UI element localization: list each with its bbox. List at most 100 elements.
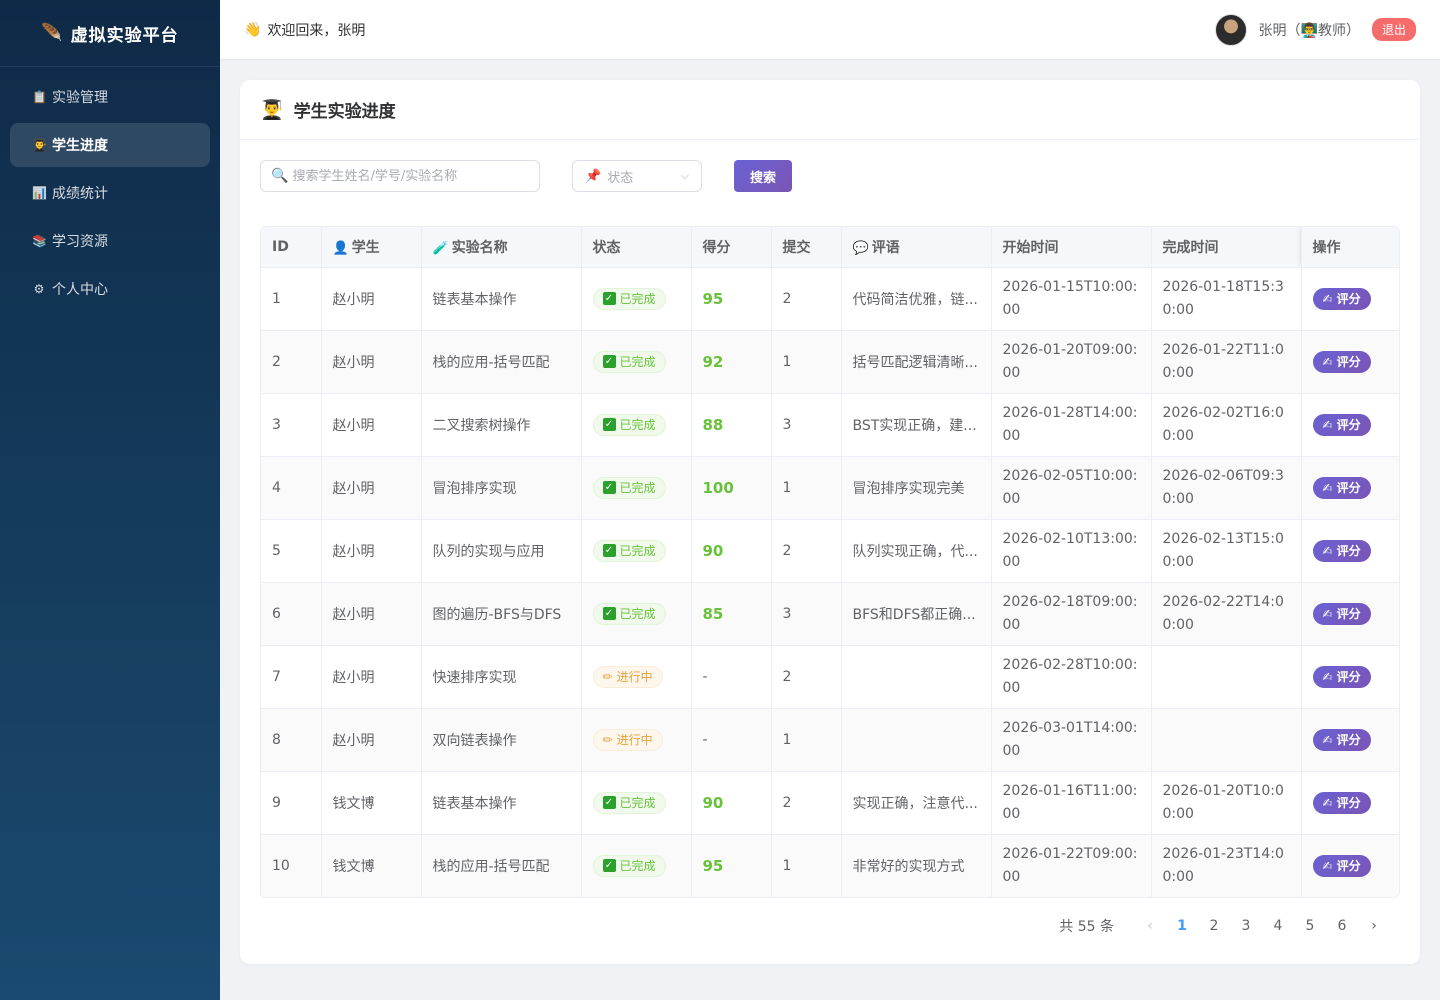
chevron-down-icon: ⌵ [680,169,689,182]
cell-finish: 2026-01-18T15:30:00 [1151,267,1302,331]
page-button-5[interactable]: 5 [1294,918,1326,934]
sidebar-item-label: 实验管理 [52,90,108,106]
sidebar-item-label: 学生进度 [52,138,108,154]
page-button-1[interactable]: 1 [1166,918,1198,934]
wave-icon: 👋 [244,21,262,38]
pencil-icon: ✏ [602,732,613,747]
cell-comment: 冒泡排序实现完美 [841,456,992,520]
grade-button[interactable]: ✍ 评分 [1312,350,1371,373]
search-box[interactable]: 🔍 [260,160,540,192]
pencil-icon: ✏ [602,669,613,684]
logout-button[interactable]: 退出 [1371,18,1416,41]
status-badge: ✓ 已完成 [592,287,666,310]
prev-page-button[interactable]: ‹ [1134,918,1166,934]
sidebar-item-3[interactable]: 📚 学习资源 [10,219,210,263]
grade-button[interactable]: ✍ 评分 [1312,665,1371,688]
col-student: 👤 学生 [321,227,422,268]
test-tube-icon: 🧪 [432,240,449,256]
table-row: 1 赵小明 链表基本操作 ✓ 已完成 95 2 代码简洁优雅，链... 2026-… [261,267,1399,331]
cell-status: ✓ 已完成 [581,393,692,457]
cell-id: 5 [261,519,322,583]
grade-button[interactable]: ✍ 评分 [1312,287,1371,310]
grade-button[interactable]: ✍ 评分 [1312,602,1371,625]
cell-action: ✍ 评分 [1301,834,1399,897]
sidebar-item-1[interactable]: 👨‍🎓 学生进度 [10,123,210,167]
page-title: 学生实验进度 [293,102,396,122]
status-text: 已完成 [619,355,656,369]
grade-button[interactable]: ✍ 评分 [1312,476,1371,499]
table-row: 2 赵小明 栈的应用-括号匹配 ✓ 已完成 92 1 括号匹配逻辑清晰... 20… [261,330,1399,394]
cell-action: ✍ 评分 [1301,519,1399,583]
cell-score: 95 [691,834,772,897]
cell-finish [1151,645,1302,709]
sidebar-item-label: 学习资源 [52,234,108,250]
writing-hand-icon: ✍ [1322,606,1333,621]
cell-action: ✍ 评分 [1301,267,1399,331]
grade-button[interactable]: ✍ 评分 [1312,539,1371,562]
cell-experiment: 图的遍历-BFS与DFS [421,582,582,646]
cell-finish: 2026-02-13T15:00:00 [1151,519,1302,583]
sidebar-item-0[interactable]: 📋 实验管理 [10,75,210,119]
avatar[interactable] [1214,13,1247,46]
check-icon: ✓ [602,418,616,431]
total-count: 共 55 条 [1059,919,1114,935]
cell-experiment: 冒泡排序实现 [421,456,582,520]
top-header: 👋 欢迎回来，张明 张明（👨‍🏫教师） 退出 [220,0,1440,60]
cell-student: 赵小明 [321,330,422,394]
cell-submissions: 3 [771,582,842,646]
cell-status: ✏ 进行中 [581,645,692,709]
grade-label: 评分 [1336,859,1361,874]
progress-card: 👨‍🎓 学生实验进度 🔍 📌 状态 ⌵ 搜索 ID 👤学生 [240,80,1420,964]
grade-button[interactable]: ✍ 评分 [1312,413,1371,436]
sidebar-item-4[interactable]: ⚙ 个人中心 [10,267,210,311]
pin-icon: 📌 [585,168,602,184]
cell-score: 85 [691,582,772,646]
grade-button[interactable]: ✍ 评分 [1312,791,1371,814]
col-comment-label: 评语 [871,239,900,256]
col-comment: 💬 评语 [841,227,992,268]
cell-comment [841,708,992,772]
status-badge: ✓ 已完成 [592,413,666,436]
cell-start: 2026-03-01T14:00:00 [991,708,1152,772]
sidebar-item-2[interactable]: 📊 成绩统计 [10,171,210,215]
table-row: 5 赵小明 队列的实现与应用 ✓ 已完成 90 2 队列实现正确，代... 202… [261,519,1399,583]
page-button-6[interactable]: 6 [1326,918,1358,934]
status-badge: ✓ 已完成 [592,854,666,877]
table-header-row: ID 👤 学生 🧪 实验名称 状态 得分 提交 💬 评语 开始时间 完成时间 操作 [261,227,1399,268]
col-student-label: 学生 [351,239,380,256]
page-button-4[interactable]: 4 [1262,918,1294,934]
search-icon: 🔍 [271,168,289,184]
grade-button[interactable]: ✍ 评分 [1312,854,1371,877]
cell-status: ✏ 进行中 [581,708,692,772]
cell-action: ✍ 评分 [1301,393,1399,457]
cell-comment: 队列实现正确，代... [841,519,992,583]
menu-icon: 📋 [32,90,47,104]
search-input[interactable] [292,168,529,184]
status-select[interactable]: 📌 状态 ⌵ [572,160,702,192]
status-badge: ✏ 进行中 [592,665,663,688]
cell-finish [1151,708,1302,772]
col-id: ID [261,227,322,268]
cell-student: 赵小明 [321,519,422,583]
search-button[interactable]: 搜索 [734,160,792,192]
page-button-3[interactable]: 3 [1230,918,1262,934]
next-page-button[interactable]: › [1358,918,1390,934]
cell-score: 90 [691,771,772,835]
cell-submissions: 2 [771,267,842,331]
cell-status: ✓ 已完成 [581,834,692,897]
cell-experiment: 栈的应用-括号匹配 [421,834,582,897]
cell-score: 90 [691,519,772,583]
cell-finish: 2026-02-02T16:00:00 [1151,393,1302,457]
col-action: 操作 [1301,227,1399,268]
table-row: 8 赵小明 双向链表操作 ✏ 进行中 - 1 2026-03-01T14:00:0… [261,708,1399,772]
cell-score: 100 [691,456,772,520]
page-button-2[interactable]: 2 [1198,918,1230,934]
status-text: 已完成 [619,796,656,810]
grade-button[interactable]: ✍ 评分 [1312,728,1371,751]
table-row: 7 赵小明 快速排序实现 ✏ 进行中 - 2 2026-02-28T10:00:0… [261,645,1399,709]
cell-student: 赵小明 [321,582,422,646]
cell-comment: 代码简洁优雅，链... [841,267,992,331]
pagination: 共 55 条 ‹ 123456 › [1059,916,1390,936]
cell-start: 2026-02-18T09:00:00 [991,582,1152,646]
writing-hand-icon: ✍ [1322,543,1333,558]
